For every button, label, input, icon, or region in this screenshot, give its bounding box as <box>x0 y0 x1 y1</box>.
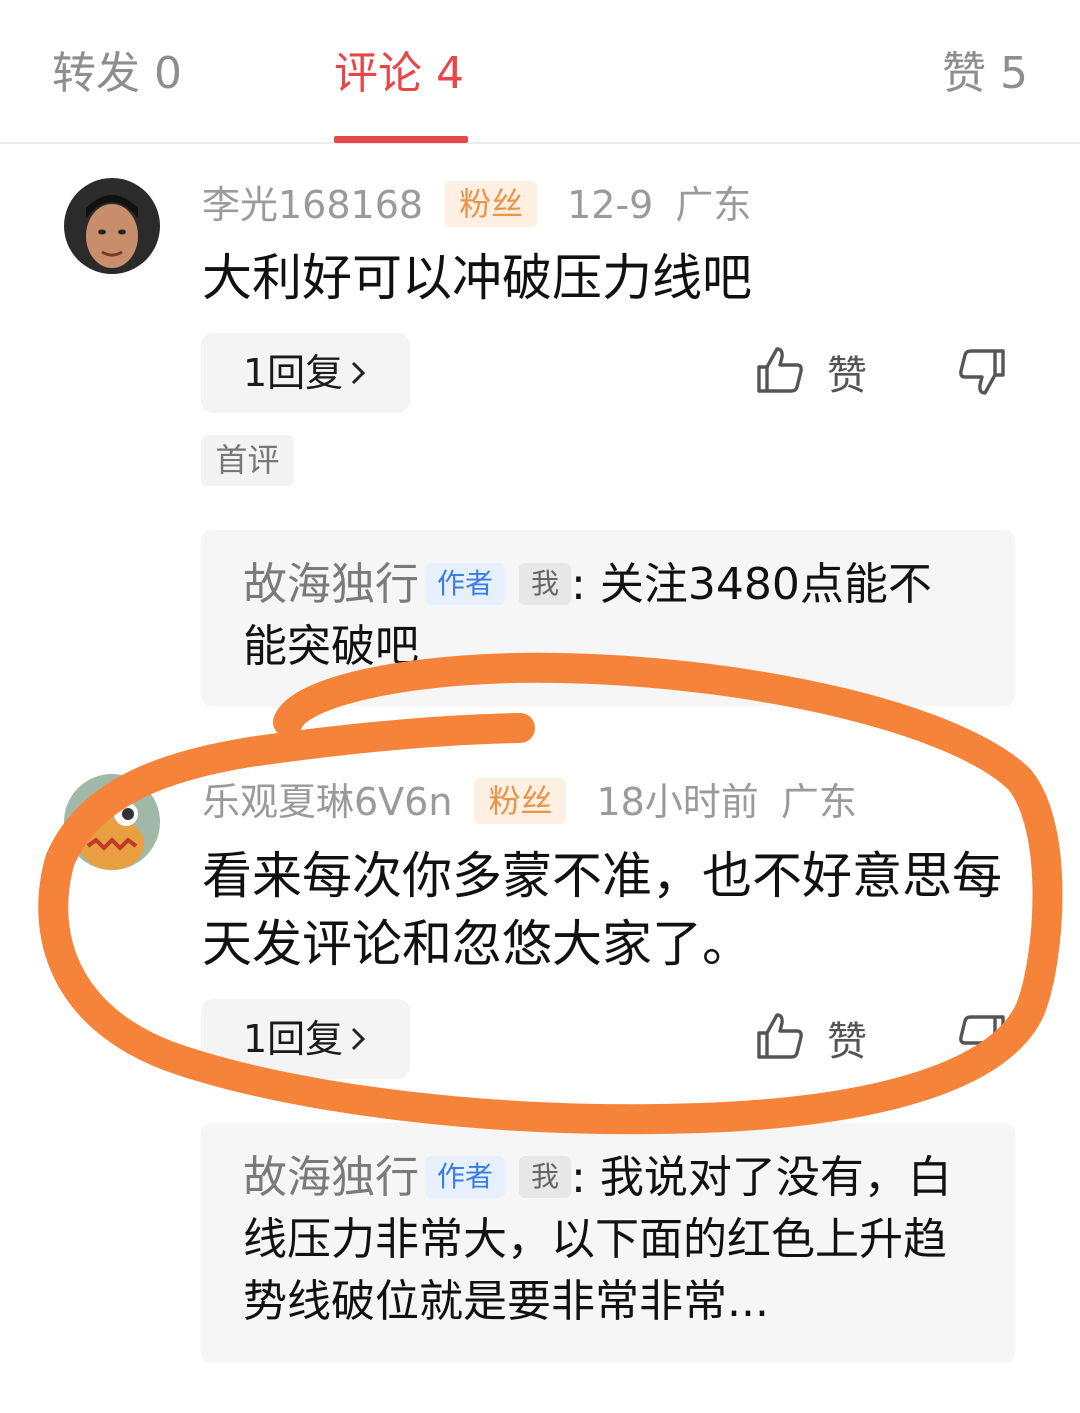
like-button[interactable]: 赞 <box>755 342 867 402</box>
comment-time: 12-9 <box>567 183 654 227</box>
dislike-button[interactable] <box>957 347 1007 401</box>
reply-count: 1回复 <box>243 351 344 395</box>
chevron-right-icon <box>349 333 367 413</box>
username[interactable]: 李光168168 <box>202 183 423 227</box>
comment-meta: 李光168168 粉丝 12-9 广东 <box>202 180 773 230</box>
tab-bar: 转发 0 评论 4 赞 5 <box>0 0 1080 144</box>
tab-reposts[interactable]: 转发 0 <box>52 44 182 104</box>
comment-time: 18小时前 <box>596 780 759 824</box>
me-badge: 我 <box>519 563 572 605</box>
tab-likes[interactable]: 赞 5 <box>942 44 1028 104</box>
reply-author[interactable]: 故海独行 <box>243 559 419 610</box>
chevron-right-icon <box>349 999 367 1079</box>
tab-comments[interactable]: 评论 4 <box>334 44 464 104</box>
like-label: 赞 <box>827 1019 867 1065</box>
comment-location: 广东 <box>675 183 752 227</box>
view-replies-button[interactable]: 1回复 <box>201 999 410 1079</box>
thumbs-up-icon <box>755 345 805 399</box>
avatar[interactable] <box>64 774 160 870</box>
reply-author[interactable]: 故海独行 <box>243 1152 419 1203</box>
author-badge: 作者 <box>425 563 506 605</box>
fan-badge: 粉丝 <box>474 778 567 824</box>
reply-preview[interactable]: 故海独行 作者我: 我说对了没有，白线压力非常大，以下面的红色上升趋势线破位就是要… <box>201 1123 1015 1363</box>
me-badge: 我 <box>519 1156 572 1198</box>
fan-badge: 粉丝 <box>445 181 538 227</box>
reply-preview[interactable]: 故海独行 作者我: 关注3480点能不能突破吧 <box>201 530 1015 706</box>
like-label: 赞 <box>827 353 867 399</box>
comment-text: 大利好可以冲破压力线吧 <box>202 249 752 307</box>
active-tab-indicator <box>334 136 468 143</box>
view-replies-button[interactable]: 1回复 <box>201 333 410 413</box>
thumbs-down-icon <box>957 1015 1007 1067</box>
thumbs-down-icon <box>957 349 1007 401</box>
like-button[interactable]: 赞 <box>755 1008 867 1068</box>
comment-text: 看来每次你多蒙不准，也不好意思每天发评论和忽悠大家了。 <box>202 847 1002 973</box>
dislike-button[interactable] <box>957 1013 1007 1067</box>
comment-meta: 乐观夏琳6V6n 粉丝 18小时前 广东 <box>202 777 879 827</box>
thumbs-up-icon <box>755 1011 805 1065</box>
comment-location: 广东 <box>780 780 857 824</box>
author-badge: 作者 <box>425 1156 506 1198</box>
username[interactable]: 乐观夏琳6V6n <box>202 780 452 824</box>
avatar[interactable] <box>64 178 160 274</box>
first-comment-tag: 首评 <box>201 435 294 486</box>
reply-count: 1回复 <box>243 1017 344 1061</box>
